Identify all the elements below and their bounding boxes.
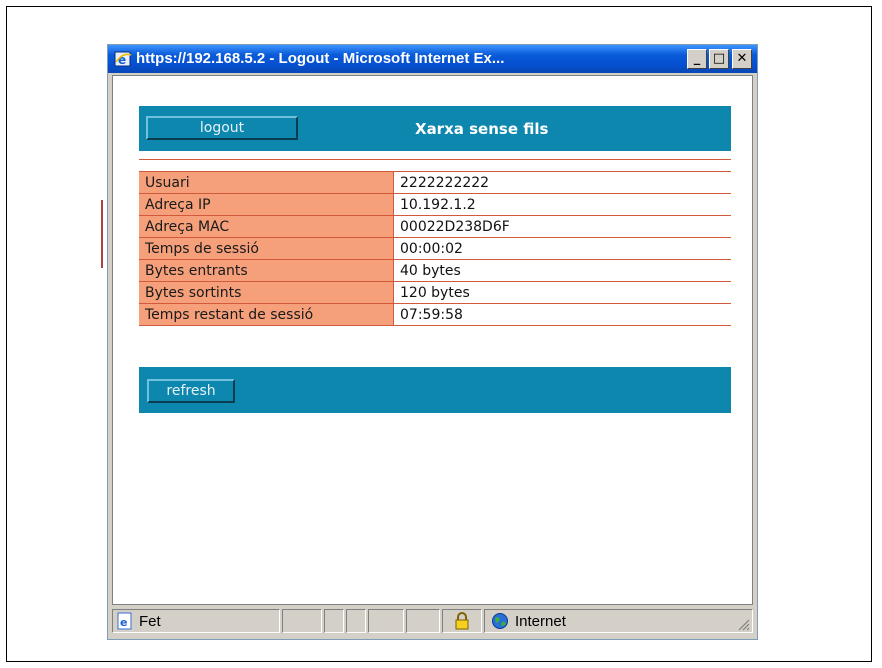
table-row: Bytes sortints 120 bytes bbox=[139, 281, 731, 304]
zone-text: Internet bbox=[515, 613, 566, 630]
status-panel: e Fet bbox=[112, 609, 280, 633]
refresh-button[interactable]: refresh bbox=[147, 379, 235, 403]
row-value: 2222222222 bbox=[393, 171, 731, 194]
browser-window: e https://192.168.5.2 - Logout - Microso… bbox=[107, 44, 758, 640]
row-label: Adreça MAC bbox=[139, 215, 394, 238]
page-content: logout Xarxa sense fils Usuari 2222222222… bbox=[112, 75, 753, 605]
page-icon: e bbox=[117, 612, 132, 630]
row-label: Temps de sessió bbox=[139, 237, 394, 260]
table-row: Temps restant de sessió 07:59:58 bbox=[139, 303, 731, 326]
status-panel-empty bbox=[282, 609, 322, 633]
status-bar: e Fet Internet bbox=[112, 607, 753, 635]
window-title: https://192.168.5.2 - Logout - Microsoft… bbox=[136, 50, 505, 67]
table-row: Bytes entrants 40 bytes bbox=[139, 259, 731, 282]
security-panel[interactable] bbox=[442, 609, 482, 633]
footer-bar: refresh bbox=[139, 367, 731, 413]
svg-text:e: e bbox=[120, 616, 127, 629]
minimize-button[interactable]: _ bbox=[687, 49, 707, 69]
status-panel-empty bbox=[368, 609, 404, 633]
row-value: 120 bytes bbox=[393, 281, 731, 304]
status-panel-empty bbox=[346, 609, 366, 633]
row-value: 40 bytes bbox=[393, 259, 731, 282]
background-edge-mark bbox=[101, 200, 103, 268]
table-row: Adreça IP 10.192.1.2 bbox=[139, 193, 731, 216]
table-row: Adreça MAC 00022D238D6F bbox=[139, 215, 731, 238]
zone-panel[interactable]: Internet bbox=[484, 609, 753, 633]
row-label: Adreça IP bbox=[139, 193, 394, 216]
close-button[interactable]: ✕ bbox=[732, 49, 752, 69]
row-label: Temps restant de sessió bbox=[139, 303, 394, 326]
status-panel-empty bbox=[324, 609, 344, 633]
status-text: Fet bbox=[139, 613, 161, 630]
row-label: Bytes sortints bbox=[139, 281, 394, 304]
ie-icon: e bbox=[114, 51, 132, 67]
row-label: Usuari bbox=[139, 171, 394, 194]
header-bar: logout Xarxa sense fils bbox=[139, 106, 731, 151]
table-row: Temps de sessió 00:00:02 bbox=[139, 237, 731, 260]
row-value: 00022D238D6F bbox=[393, 215, 731, 238]
lock-icon bbox=[455, 612, 469, 630]
status-panel-empty bbox=[406, 609, 440, 633]
title-bar[interactable]: e https://192.168.5.2 - Logout - Microso… bbox=[108, 45, 757, 73]
session-info-table: Usuari 2222222222 Adreça IP 10.192.1.2 Adreç… bbox=[139, 171, 731, 326]
row-value: 00:00:02 bbox=[393, 237, 731, 260]
maximize-button[interactable]: □ bbox=[709, 49, 729, 69]
row-label: Bytes entrants bbox=[139, 259, 394, 282]
table-row: Usuari 2222222222 bbox=[139, 171, 731, 194]
divider-line bbox=[139, 159, 731, 160]
row-value: 10.192.1.2 bbox=[393, 193, 731, 216]
globe-icon bbox=[492, 613, 508, 629]
page-title: Xarxa sense fils bbox=[415, 120, 549, 138]
resize-grip-icon[interactable] bbox=[736, 617, 750, 631]
row-value: 07:59:58 bbox=[393, 303, 731, 326]
logout-button[interactable]: logout bbox=[146, 116, 298, 140]
